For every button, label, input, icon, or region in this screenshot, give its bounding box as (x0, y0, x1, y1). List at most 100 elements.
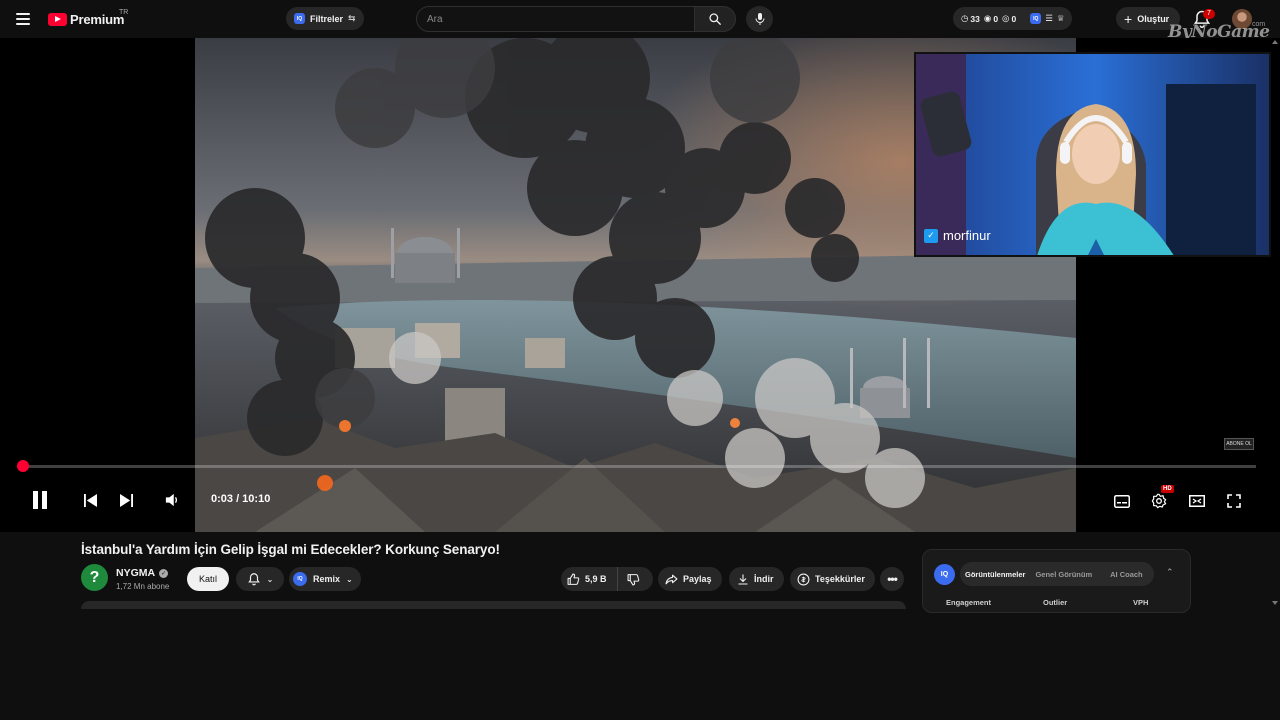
iq-icon[interactable]: IQ (1030, 13, 1042, 24)
subtitles-icon (1114, 494, 1130, 508)
theater-mode-button[interactable] (1186, 490, 1208, 512)
list-icon[interactable]: ☰ (1045, 13, 1053, 24)
download-label: İndir (754, 574, 774, 584)
clock-icon: ◷ (961, 13, 969, 23)
previous-button[interactable] (80, 490, 100, 510)
verified-icon: ✓ (159, 568, 169, 578)
voice-search-button[interactable] (746, 6, 773, 32)
more-icon: ••• (887, 572, 898, 586)
bell-icon (247, 573, 260, 586)
chevron-up-icon[interactable]: ⌃ (1166, 567, 1174, 578)
channel-name: NYGMA (116, 567, 156, 579)
iq-icon[interactable]: IQ (934, 564, 955, 585)
previous-icon (83, 493, 97, 507)
pause-icon (33, 491, 47, 509)
thumbs-down-icon (627, 573, 639, 585)
masthead: Premium TR IQ Filtreler ⇆ Ara ◷ 33 ◉ 0 ◎ 0 … (0, 0, 1280, 42)
theater-icon (1189, 495, 1205, 507)
thanks-button[interactable]: Teşekkürler (790, 567, 875, 591)
share-label: Paylaş (683, 574, 712, 584)
filters-button[interactable]: IQ Filtreler ⇆ (286, 7, 364, 30)
trophy-icon[interactable]: ♕ (1057, 13, 1065, 24)
likes-count: 0 (993, 13, 999, 24)
scroll-down-arrow-icon[interactable] (1272, 601, 1278, 605)
search-input[interactable]: Ara (416, 6, 696, 32)
scroll-up-arrow-icon[interactable] (1272, 40, 1278, 44)
notification-count-badge: 7 (1203, 9, 1215, 19)
thanks-label: Teşekkürler (815, 574, 865, 584)
microphone-icon (755, 13, 764, 25)
remix-button[interactable]: IQ Remix ⌄ (289, 567, 361, 591)
share-icon (665, 574, 678, 584)
like-button[interactable]: 5,9 B (561, 567, 618, 591)
pause-button[interactable] (28, 488, 52, 512)
tab-overview[interactable]: Genel Görünüm (1030, 570, 1097, 579)
youtube-logo-icon (48, 12, 67, 26)
remix-label: Remix (313, 574, 341, 584)
tab-ai-coach[interactable]: AI Coach (1105, 570, 1148, 579)
download-icon (738, 574, 748, 585)
plus-icon: + (1124, 10, 1133, 27)
views-stat: ◷ 33 (961, 13, 980, 24)
like-dislike-group: 5,9 B (561, 567, 653, 591)
volume-icon (165, 493, 178, 507)
description-box[interactable] (81, 601, 906, 609)
next-button[interactable] (116, 490, 136, 510)
video-title: İstanbul'a Yardım İçin Gelip İşgal mi Ed… (81, 542, 500, 557)
fullscreen-icon (1227, 494, 1241, 508)
channel-avatar[interactable]: ? (81, 564, 108, 591)
webcam-handle-text: morfinur (943, 228, 991, 243)
views-count: 33 (970, 13, 980, 24)
next-icon (119, 493, 133, 507)
join-button[interactable]: Katıl (187, 567, 229, 591)
search-button[interactable] (694, 6, 736, 32)
volume-button[interactable] (162, 490, 182, 510)
vidiq-panel: IQ Görüntülenmeler Genel Görünüm AI Coac… (922, 549, 1191, 613)
subscription-notification-button[interactable]: ⌄ (236, 567, 284, 591)
create-label: Oluştur (1137, 13, 1170, 24)
likes-stat: ◉ 0 (984, 13, 998, 24)
comments-stat: ◎ 0 (1002, 13, 1016, 24)
twitter-icon: ✓ (924, 228, 938, 243)
subscribe-watermark-button[interactable]: ABONE OL (1224, 438, 1254, 450)
column-vph: VPH (1133, 598, 1149, 607)
thumbs-up-icon (567, 573, 580, 585)
more-actions-button[interactable]: ••• (880, 567, 904, 591)
chevron-down-icon: ⌄ (266, 574, 274, 584)
time-display: 0:03 / 10:10 (211, 493, 271, 505)
gear-icon (1151, 493, 1167, 509)
subscriber-count: 1,72 Mn abone (116, 582, 170, 591)
settings-button[interactable] (1148, 490, 1170, 512)
sliders-icon: ⇆ (348, 13, 356, 23)
logo-country-code: TR (119, 9, 129, 16)
vidiq-tabs: Görüntülenmeler Genel Görünüm AI Coach (960, 562, 1154, 586)
progress-bar[interactable] (22, 465, 1256, 468)
iq-icon: IQ (294, 13, 305, 24)
progress-scrubber[interactable] (17, 460, 29, 472)
dislike-button[interactable] (618, 567, 649, 591)
eye-icon: ◉ (983, 13, 992, 23)
thanks-icon (797, 573, 810, 585)
logo-text: Premium (70, 11, 125, 27)
streamer-webcam-overlay: ✓ morfinur (914, 52, 1271, 257)
menu-icon[interactable] (14, 10, 34, 28)
video-player[interactable]: ✓ morfinur ABONE OL 0:03 / 10:10 HD (0, 38, 1280, 532)
circle-icon: ◎ (1002, 13, 1010, 23)
channel-watermark-suffix: com (1252, 21, 1266, 28)
youtube-premium-logo[interactable]: Premium (48, 10, 124, 28)
tab-views[interactable]: Görüntülenmeler (960, 570, 1030, 579)
filters-label: Filtreler (310, 13, 344, 24)
webcam-handle-tag: ✓ morfinur (924, 228, 991, 243)
vidiq-stats-pill[interactable]: ◷ 33 ◉ 0 ◎ 0 IQ ☰ ♕ (953, 7, 1073, 30)
like-count: 5,9 B (585, 574, 607, 584)
column-outlier: Outlier (1043, 598, 1068, 607)
search-icon (709, 13, 721, 25)
fullscreen-button[interactable] (1223, 490, 1245, 512)
download-button[interactable]: İndir (729, 567, 784, 591)
subtitles-button[interactable] (1111, 490, 1133, 512)
hd-badge: HD (1161, 485, 1174, 493)
comments-count: 0 (1011, 13, 1017, 24)
share-button[interactable]: Paylaş (658, 567, 722, 591)
channel-name-link[interactable]: NYGMA ✓ (116, 567, 169, 579)
iq-icon: IQ (293, 572, 307, 586)
